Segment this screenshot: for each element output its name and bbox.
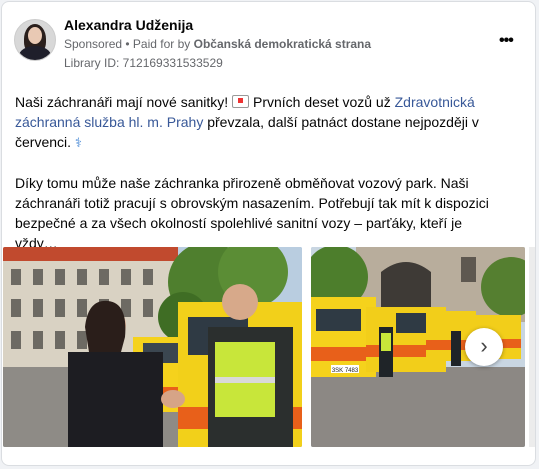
sponsored-line: Sponsored • Paid for by Občanská demokra…	[64, 37, 371, 51]
ambulance-icon	[232, 95, 250, 108]
post-text: Naši záchranáři mají nové sanitky! První…	[15, 92, 490, 253]
carousel-next-button[interactable]: ›	[465, 328, 503, 366]
license-plate: 3SK 7483	[332, 368, 359, 374]
ad-card: Alexandra Udženija Sponsored • Paid for …	[1, 1, 536, 466]
post-text-para2: Díky tomu může naše záchranka přirozeně …	[15, 175, 489, 251]
post-text-line1b: Prvních deset vozů už	[252, 94, 391, 110]
medical-icon: ⚕	[74, 135, 82, 150]
paid-by-name[interactable]: Občanská demokratická strana	[194, 37, 371, 51]
author-avatar[interactable]	[14, 19, 56, 61]
more-options-icon[interactable]: •••	[499, 32, 514, 50]
paid-for-prefix: • Paid for by	[125, 37, 191, 51]
library-id: Library ID: 712169331533529	[64, 56, 223, 70]
carousel-photo-1[interactable]	[3, 247, 302, 447]
sponsored-label: Sponsored	[64, 37, 123, 51]
post-text-line1a: Naši záchranáři mají nové sanitky!	[15, 94, 229, 110]
author-name[interactable]: Alexandra Udženija	[64, 17, 193, 33]
carousel-scrollbar[interactable]	[529, 247, 535, 447]
